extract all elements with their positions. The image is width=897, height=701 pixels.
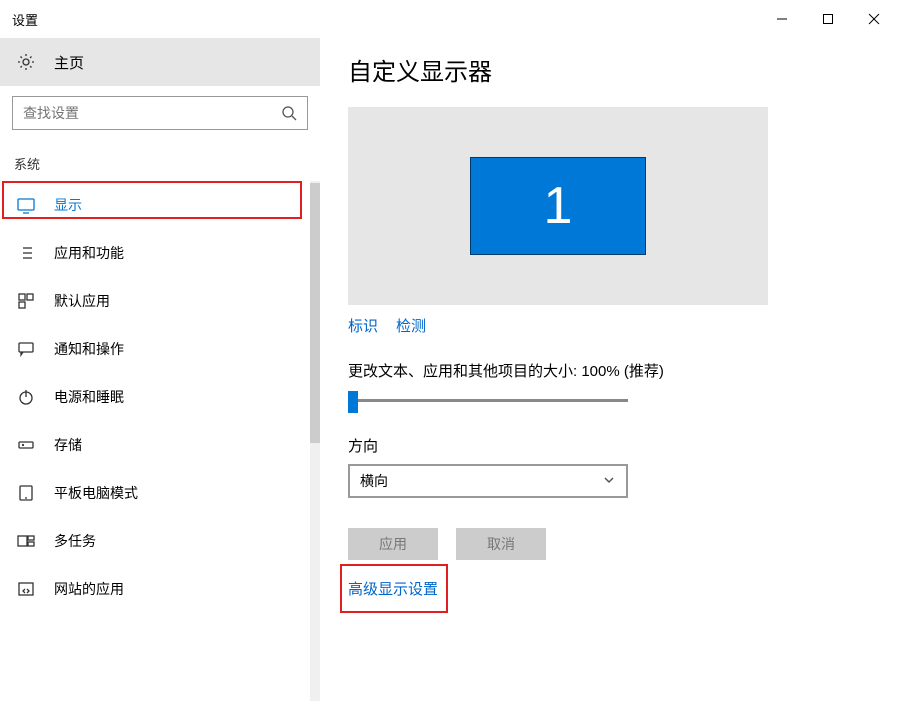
apply-button[interactable]: 应用 [348,528,438,560]
display-arrangement[interactable]: 1 [348,107,768,305]
page-title: 自定义显示器 [348,52,877,87]
orientation-label: 方向 [348,435,877,456]
sidebar-item-label: 存储 [54,435,82,455]
storage-icon [16,435,36,455]
sidebar-item-label: 应用和功能 [54,243,124,263]
content-pane: 自定义显示器 1 标识 检测 更改文本、应用和其他项目的大小: 100% (推荐… [320,38,897,636]
window-title: 设置 [12,10,38,29]
home-button[interactable]: 主页 [0,38,320,86]
maximize-button[interactable] [805,4,851,34]
minimize-button[interactable] [759,4,805,34]
chat-icon [16,339,36,359]
tablet-icon [16,483,36,503]
sidebar-item-display[interactable]: 显示 [0,181,320,229]
list-icon [16,243,36,263]
scrollbar-thumb[interactable] [310,183,320,443]
default-apps-icon [16,291,36,311]
slider-thumb[interactable] [348,391,358,413]
sidebar-item-label: 网站的应用 [54,579,124,599]
title-bar: 设置 [0,0,897,38]
sidebar-item-label: 平板电脑模式 [54,483,138,503]
identify-link[interactable]: 标识 [348,315,378,336]
sidebar-item-label: 通知和操作 [54,339,124,359]
sidebar-scrollbar[interactable] [310,181,320,701]
sidebar: 主页 系统 显示 应用和功能 默认应用 [0,38,320,636]
search-icon [281,105,297,121]
display-icon [16,195,36,215]
sidebar-item-multitask[interactable]: 多任务 [0,517,320,565]
detect-link[interactable]: 检测 [396,315,426,336]
advanced-display-settings-link[interactable]: 高级显示设置 [348,572,438,605]
sidebar-item-storage[interactable]: 存储 [0,421,320,469]
sidebar-item-power[interactable]: 电源和睡眠 [0,373,320,421]
chevron-down-icon [602,473,616,490]
orientation-value: 横向 [360,471,388,491]
sidebar-item-tablet[interactable]: 平板电脑模式 [0,469,320,517]
home-label: 主页 [54,52,84,73]
power-icon [16,387,36,407]
monitor-1[interactable]: 1 [470,157,646,255]
sidebar-item-apps-for-websites[interactable]: 网站的应用 [0,565,320,613]
gear-icon [16,52,36,72]
cancel-button[interactable]: 取消 [456,528,546,560]
sidebar-item-default-apps[interactable]: 默认应用 [0,277,320,325]
sidebar-item-apps[interactable]: 应用和功能 [0,229,320,277]
sidebar-list: 显示 应用和功能 默认应用 通知和操作 电源和睡眠 存储 [0,181,320,613]
close-button[interactable] [851,4,897,34]
search-field[interactable] [23,105,281,121]
search-input[interactable] [12,96,308,130]
scale-slider[interactable] [348,391,628,411]
sidebar-item-label: 默认应用 [54,291,110,311]
multitask-icon [16,531,36,551]
orientation-dropdown[interactable]: 横向 [348,464,628,498]
apps-for-websites-icon [16,579,36,599]
sidebar-item-label: 显示 [54,195,82,215]
sidebar-item-label: 电源和睡眠 [54,387,124,407]
sidebar-section: 系统 [0,140,320,181]
sidebar-item-notifications[interactable]: 通知和操作 [0,325,320,373]
sidebar-item-label: 多任务 [54,531,96,551]
scale-label: 更改文本、应用和其他项目的大小: 100% (推荐) [348,360,877,381]
